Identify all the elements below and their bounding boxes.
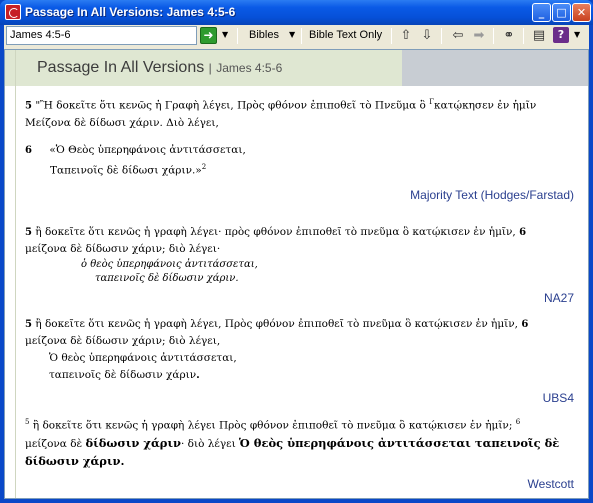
verse-text-bold: δίδωσιν χάριν xyxy=(85,435,182,450)
window-title: Passage In All Versions: James 4:5-6 xyxy=(25,5,236,19)
verse-line: μείζονα δὲ δίδωσιν χάριν; διὸ λέγει· xyxy=(25,243,221,255)
reference-input[interactable]: James 4:5-6 xyxy=(6,26,197,45)
maximize-button[interactable]: □ xyxy=(552,3,571,22)
options-icon[interactable]: ▤ xyxy=(530,27,548,45)
toolbar-divider xyxy=(391,28,392,44)
verse-line: δίδωσιν χάριν. xyxy=(25,453,125,468)
toolbar-divider xyxy=(441,28,442,44)
version-name[interactable]: UBS4 xyxy=(25,390,580,407)
quote-text: Ταπεινοῖς δὲ δίδωσι χάριν.» xyxy=(50,164,202,176)
arrow-down-icon[interactable]: ⇩ xyxy=(418,27,436,45)
verse-text: ἢ δοκεῖτε ὅτι κενῶς ἡ γραφὴ λέγει, Πρὸς … xyxy=(35,318,518,330)
version-ubs4: 5 ἢ δοκεῖτε ὅτι κενῶς ἡ γραφὴ λέγει, Πρὸ… xyxy=(25,316,580,407)
version-westcott: 5 ἢ δοκεῖτε ὅτι κενῶς ἡ γραφὴ λέγει Πρὸς… xyxy=(25,414,580,493)
quote-line: ὁ θεὸς ὑπερηφάνοις ἀντιτάσσεται, xyxy=(81,259,258,270)
verse-number: 6 xyxy=(515,418,521,426)
verse-number: 5 xyxy=(25,227,32,238)
version-name[interactable]: Majority Text (Hodges/Farstad) xyxy=(25,187,580,204)
help-icon[interactable]: ? xyxy=(553,27,569,43)
quote-text: ταπεινοῖς δὲ δίδωσιν χάριν xyxy=(49,369,197,381)
version-name[interactable]: Westcott xyxy=(25,476,580,493)
verse-line: 5 "Ἢ δοκεῖτε ὅτι κενῶς ἡ Γραφὴ λέγει, Πρ… xyxy=(25,94,580,115)
quote-text: «Ὁ Θεὸς ὑπερηφάνοις ἀντιτάσσεται, xyxy=(49,143,246,156)
title-bar: Passage In All Versions: James 4:5-6 _ □… xyxy=(0,0,593,25)
footnote-marker[interactable]: 2 xyxy=(202,163,206,171)
forward-icon[interactable]: ➡ xyxy=(470,27,488,45)
arrow-up-icon[interactable]: ⇧ xyxy=(397,27,415,45)
verse-text: ἢ δοκεῖτε ὅτι κενῶς ἡ γραφὴ λέγει Πρὸς φ… xyxy=(32,419,513,432)
verse-text: κατῴκησεν ἐν ἡμῖν xyxy=(434,99,537,112)
page-reference: James 4:5-6 xyxy=(216,61,283,75)
version-na27: 5 ἢ δοκεῖτε ὅτι κενῶς ἡ γραφὴ λέγει· πρὸ… xyxy=(25,224,580,307)
verse-text: · διὸ λέγει xyxy=(181,437,240,450)
verse-line: μείζονα δὲ δίδωσιν χάριν; διὸ λέγει, xyxy=(25,335,221,347)
quote-line: 6 «Ὁ Θεὸς ὑπερηφάνοις ἀντιτάσσεται, xyxy=(25,142,580,159)
toolbar-divider xyxy=(493,28,494,44)
version-majority-text: 5 "Ἢ δοκεῖτε ὅτι κενῶς ἡ Γραφὴ λέγει, Πρ… xyxy=(25,94,580,204)
quote-line: ταπεινοῖς δὲ δίδωσιν χάριν. xyxy=(95,273,239,284)
verse-number: 6 xyxy=(25,144,32,156)
verse-text: μείζονα δὲ xyxy=(25,437,86,450)
window-body: James 4:5-6 ➜ ▼ Bibles ▼ Bible Text Only… xyxy=(4,25,589,499)
page-title-text: Passage In All Versions xyxy=(37,59,205,76)
app-icon xyxy=(5,4,21,20)
bibles-button[interactable]: Bibles xyxy=(249,29,279,41)
toolbar-divider xyxy=(237,28,238,44)
verse-number: 5 xyxy=(25,319,32,330)
verse-number: 5 xyxy=(25,418,30,426)
verse-text: "Ἢ δοκεῖτε ὅτι κενῶς ἡ Γραφὴ λέγει, Πρὸς… xyxy=(35,99,430,112)
margin-rule xyxy=(15,50,16,498)
help-dropdown-icon[interactable]: ▼ xyxy=(574,30,580,39)
quote-line: Ταπεινοῖς δὲ δίδωσι χάριν.»2 xyxy=(25,159,580,180)
quote-line: Ὁ θεὸς ὑπερηφάνοις ἀντιτάσσεται, xyxy=(49,352,237,364)
passage-pane[interactable]: Passage In All Versions | James 4:5-6 5 … xyxy=(4,49,589,499)
close-button[interactable]: ✕ xyxy=(572,3,591,22)
toolbar-divider xyxy=(523,28,524,44)
verse-number: 6 xyxy=(521,319,529,330)
quote-line: ταπεινοῖς δὲ δίδωσιν χάριν. xyxy=(25,367,580,384)
verse-text-bold: Ὁ θεὸς ὑπερηφάνοις ἀντιτάσσεται ταπεινοῖ… xyxy=(239,435,560,450)
title-separator: | xyxy=(208,61,212,75)
link-icon[interactable]: ⚭ xyxy=(500,27,518,45)
bibles-dropdown-icon[interactable]: ▼ xyxy=(289,30,295,39)
toolbar: James 4:5-6 ➜ ▼ Bibles ▼ Bible Text Only… xyxy=(4,25,589,47)
verse-line: 5 ἢ δοκεῖτε ὅτι κενῶς ἡ γραφὴ λέγει, Πρὸ… xyxy=(25,316,580,333)
verse-line: 5 ἢ δοκεῖτε ὅτι κενῶς ἡ γραφὴ λέγει Πρὸς… xyxy=(25,414,580,435)
quote-text: . xyxy=(196,369,200,381)
bible-text-only-button[interactable]: Bible Text Only xyxy=(309,29,382,41)
back-icon[interactable]: ⇦ xyxy=(449,27,467,45)
page-title: Passage In All Versions | James 4:5-6 xyxy=(37,59,282,77)
header-panel xyxy=(402,50,588,86)
verse-number: 6 xyxy=(519,227,527,238)
verse-number: 5 xyxy=(25,100,32,112)
version-name[interactable]: NA27 xyxy=(25,290,580,307)
go-dropdown-icon[interactable]: ▼ xyxy=(222,30,228,39)
minimize-button[interactable]: _ xyxy=(532,3,551,22)
verse-text: ἢ δοκεῖτε ὅτι κενῶς ἡ γραφὴ λέγει· πρὸς … xyxy=(35,226,516,238)
verse-line: Μείζονα δὲ δίδωσι χάριν. Διὸ λέγει, xyxy=(25,116,219,129)
toolbar-divider xyxy=(301,28,302,44)
go-arrow-icon[interactable]: ➜ xyxy=(200,27,217,44)
verse-line: 5 ἢ δοκεῖτε ὅτι κενῶς ἡ γραφὴ λέγει· πρὸ… xyxy=(25,224,580,241)
verse-line: μείζονα δὲ δίδωσιν χάριν· διὸ λέγει Ὁ θε… xyxy=(25,435,580,453)
